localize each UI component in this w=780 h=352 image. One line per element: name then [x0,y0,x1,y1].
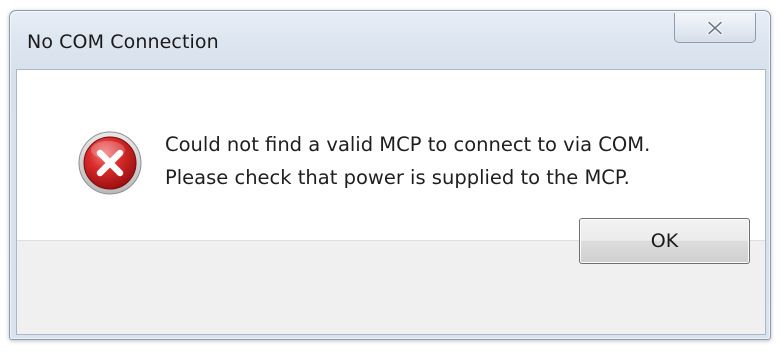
error-icon [78,131,142,195]
dialog-body: Could not find a valid MCP to connect to… [16,69,766,335]
ok-button[interactable]: OK [579,218,750,264]
dialog-window: No COM Connection Could not find a valid… [9,10,771,340]
title-bar[interactable]: No COM Connection [10,11,770,69]
error-message: Could not find a valid MCP to connect to… [165,128,650,194]
message-line-2: Please check that power is supplied to t… [165,166,630,189]
message-area: Could not find a valid MCP to connect to… [17,70,765,240]
message-line-1: Could not find a valid MCP to connect to… [165,133,651,156]
close-icon [707,20,723,35]
dialog-title: No COM Connection [27,31,219,53]
close-button[interactable] [674,13,756,43]
